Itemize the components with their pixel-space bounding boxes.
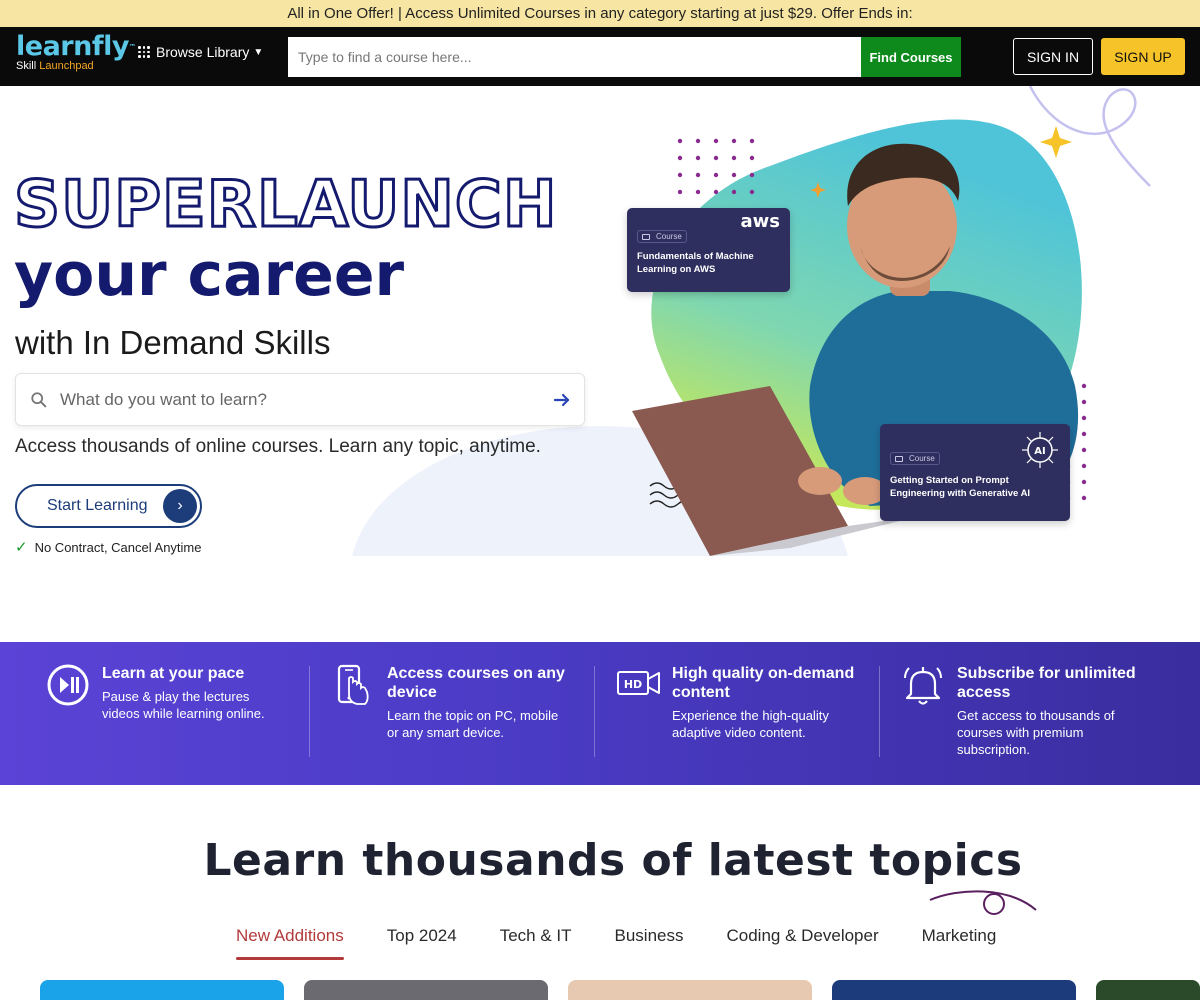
ai-icon-text: AI — [1034, 446, 1045, 457]
learnfly-logo[interactable]: learnfly™ Skill Launchpad — [16, 31, 136, 73]
mobile-touch-icon — [337, 664, 369, 705]
aws-logo: aws — [740, 211, 781, 232]
course-title-line1: Fundamentals of Machine — [637, 251, 754, 262]
course-title-line1: Getting Started on Prompt — [890, 475, 1009, 486]
offer-text: All in One Offer! | Access Unlimited Cou… — [287, 5, 913, 22]
feature-divider — [594, 666, 595, 757]
start-learning-button[interactable]: Start Learning › — [15, 484, 202, 528]
course-tag: Course — [890, 452, 940, 465]
feature-divider — [879, 666, 880, 757]
course-thumbnail[interactable] — [40, 980, 284, 1000]
feature-title-2: device — [387, 684, 437, 701]
bell-icon — [904, 667, 942, 705]
video-camera-icon — [895, 455, 903, 462]
topic-tabs: New Additions Top 2024 Tech & IT Busines… — [236, 926, 1039, 960]
course-tag: Course — [637, 230, 687, 243]
hero-tagline: Access thousands of online courses. Lear… — [15, 436, 541, 457]
tab-new-additions[interactable]: New Additions — [236, 926, 344, 960]
feature-desc-2: courses with premium — [957, 725, 1084, 740]
top-navbar: learnfly™ Skill Launchpad Browse Library… — [0, 27, 1200, 86]
ai-brain-icon: AI — [1022, 432, 1058, 468]
feature-title: Subscribe for unlimited — [957, 665, 1136, 682]
feature-title: Access courses on any — [387, 665, 565, 682]
hero-search-input[interactable] — [60, 389, 552, 410]
course-tag-label: Course — [656, 232, 682, 241]
hd-video-icon: HD — [617, 671, 660, 695]
start-learning-label: Start Learning — [47, 497, 148, 514]
feature-desc-2: adaptive video content. — [672, 725, 806, 740]
hero-search-box[interactable] — [15, 373, 585, 426]
sign-up-button[interactable]: SIGN UP — [1101, 38, 1185, 75]
feature-desc-1: Pause & play the lectures — [102, 689, 250, 704]
hero-headline-solid: your career — [14, 240, 405, 310]
feature-desc-3: subscription. — [957, 742, 1030, 757]
feature-desc-1: Learn the topic on PC, mobile — [387, 708, 559, 723]
feature-access-devices: Access courses on any device Learn the to… — [331, 664, 581, 756]
course-thumbnails-row — [40, 980, 1200, 1000]
play-pause-icon — [47, 664, 89, 706]
course-card-ai[interactable]: Course AI Getting Started on Prompt Engi… — [880, 424, 1070, 521]
features-band: Learn at your pace Pause & play the lect… — [0, 642, 1200, 785]
feature-divider — [309, 666, 310, 757]
arrow-right-icon[interactable] — [552, 390, 572, 410]
feature-high-quality: HD High quality on-demand content Experie… — [616, 664, 866, 756]
hero-section: SUPERLAUNCH your career with In Demand S… — [0, 86, 1200, 556]
course-thumbnail[interactable] — [1096, 980, 1200, 1000]
feature-title-2: access — [957, 684, 1011, 701]
chevron-right-icon: › — [163, 489, 197, 523]
svg-text:HD: HD — [624, 678, 642, 691]
checkmark-icon: ✓ — [15, 539, 28, 556]
logo-sub-a: Skill — [16, 60, 37, 72]
course-thumbnail[interactable] — [568, 980, 812, 1000]
course-tag-label: Course — [909, 454, 935, 463]
feature-title: High quality on-demand — [672, 665, 855, 682]
tab-business[interactable]: Business — [615, 926, 684, 960]
logo-sub-b: Launchpad — [39, 60, 94, 72]
hero-headline-outline: SUPERLAUNCH — [12, 168, 558, 242]
tab-coding-developer[interactable]: Coding & Developer — [726, 926, 878, 960]
no-contract-note: ✓ No Contract, Cancel Anytime — [15, 538, 201, 556]
browse-library-button[interactable]: Browse Library ▼ — [138, 44, 263, 60]
sparkle-icon — [1040, 126, 1072, 158]
logo-wordmark: learnfly — [16, 31, 129, 62]
browse-library-label: Browse Library — [156, 44, 250, 60]
course-search-input[interactable] — [288, 37, 861, 77]
no-contract-text: No Contract, Cancel Anytime — [34, 539, 202, 555]
tab-tech-it[interactable]: Tech & IT — [500, 926, 572, 960]
video-camera-icon — [642, 233, 650, 240]
chevron-down-icon: ▼ — [253, 46, 264, 58]
feature-learn-at-pace: Learn at your pace Pause & play the lect… — [46, 664, 296, 756]
feature-title-2: content — [672, 684, 730, 701]
offer-banner: All in One Offer! | Access Unlimited Cou… — [0, 0, 1200, 27]
course-card-aws[interactable]: Course aws Fundamentals of Machine Learn… — [627, 208, 790, 292]
course-thumbnail[interactable] — [304, 980, 548, 1000]
find-courses-button[interactable]: Find Courses — [861, 37, 961, 77]
course-title-line2: Engineering with Generative AI — [890, 488, 1031, 499]
tab-marketing[interactable]: Marketing — [922, 926, 997, 960]
sign-in-button[interactable]: SIGN IN — [1013, 38, 1093, 75]
section-title: Learn thousands of latest topics — [203, 835, 1023, 886]
hero-subheadline: with In Demand Skills — [15, 324, 331, 361]
tab-top-2024[interactable]: Top 2024 — [387, 926, 457, 960]
decorative-underline-swash — [929, 890, 1037, 915]
feature-desc-2: videos while learning online. — [102, 706, 265, 721]
grid-icon — [138, 46, 150, 58]
course-thumbnail[interactable] — [832, 980, 1076, 1000]
feature-title: Learn at your pace — [102, 665, 245, 682]
feature-desc-2: or any smart device. — [387, 725, 505, 740]
feature-subscribe: Subscribe for unlimited access Get access… — [901, 664, 1161, 757]
logo-trademark: ™ — [128, 43, 136, 51]
feature-desc-1: Experience the high-quality — [672, 708, 829, 723]
search-icon — [31, 391, 47, 407]
person-hand — [798, 467, 842, 495]
course-title-line2: Learning on AWS — [637, 264, 716, 275]
feature-desc-1: Get access to thousands of — [957, 708, 1115, 723]
